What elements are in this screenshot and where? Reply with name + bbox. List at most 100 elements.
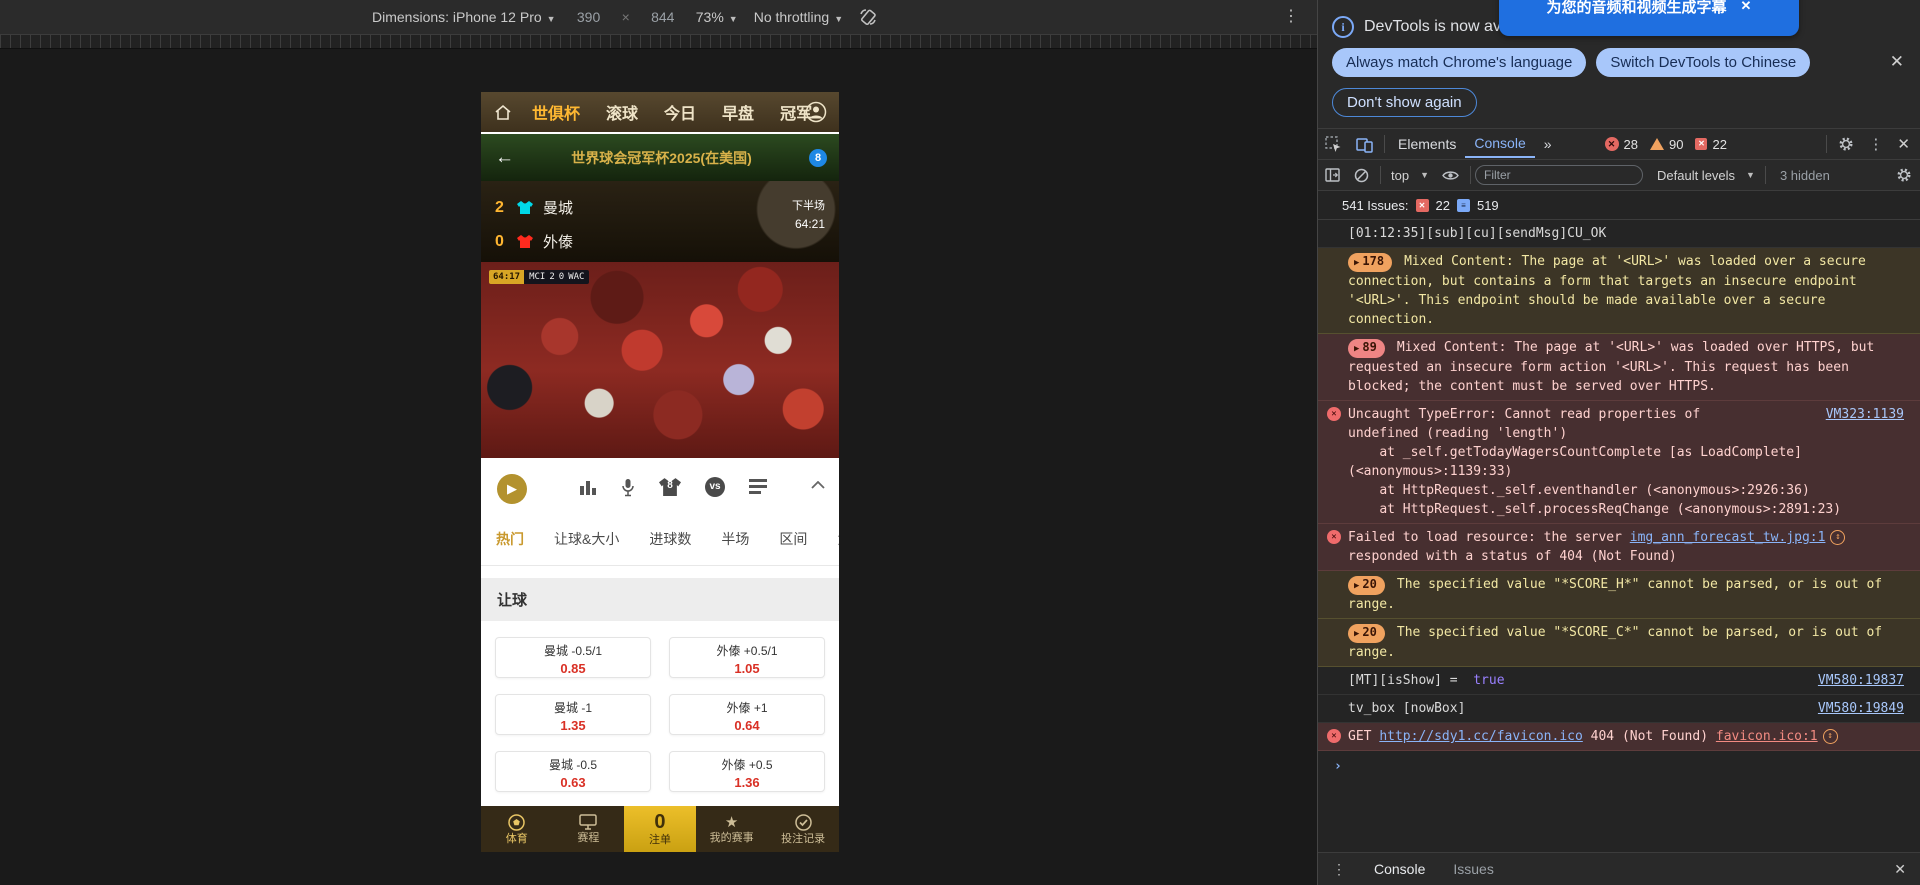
url-link[interactable]: http://sdy1.cc/favicon.ico (1379, 729, 1583, 744)
source-link[interactable]: VM580:19849 (1818, 699, 1904, 718)
warning-count-chip[interactable]: 90 (1650, 137, 1683, 152)
market-tab-half[interactable]: 半场 (721, 529, 749, 549)
market-tab-interval[interactable]: 区间 (779, 529, 807, 549)
console-error-row[interactable]: ✕ GET http://sdy1.cc/favicon.ico 404 (No… (1318, 723, 1920, 751)
source-link[interactable]: VM580:19837 (1818, 671, 1904, 690)
odds-button[interactable]: 外傣 +0.5/1 1.05 (669, 637, 825, 678)
nav-item-my-events[interactable]: ★ 我的赛事 (696, 806, 768, 852)
devtools-close-icon[interactable]: ✕ (1897, 135, 1910, 153)
odds-button[interactable]: 曼城 -0.5/1 0.85 (495, 637, 651, 678)
notification-close-icon[interactable]: ✕ (1890, 52, 1904, 72)
console-error-row[interactable]: ✕ VM323:1139 Uncaught TypeError: Cannot … (1318, 401, 1920, 524)
error-text: 404 (Not Found) (1582, 729, 1716, 744)
rotate-device-icon[interactable] (859, 8, 877, 26)
odds-button[interactable]: 外傣 +0.5 1.36 (669, 751, 825, 792)
issues-count-chip[interactable]: ✕ 22 (1695, 137, 1727, 152)
odds-button[interactable]: 曼城 -0.5 0.63 (495, 751, 651, 792)
error-text: Mixed Content: The page at '<URL>' was l… (1348, 340, 1883, 394)
resource-link[interactable]: img_ann_forecast_tw.jpg:1 (1630, 530, 1826, 545)
match-title-bar: ← 世界球会冠军杯2025(在美国) 8 (481, 134, 839, 181)
drawer-more-icon[interactable]: ⋮ (1332, 861, 1346, 878)
tooltip-close-icon[interactable]: ✕ (1741, 0, 1752, 14)
play-icon[interactable]: ▶ (497, 474, 527, 504)
app-tab-live[interactable]: 滚球 (606, 100, 638, 124)
console-warning-row[interactable]: ▶ 178 Mixed Content: The page at '<URL>' w… (1318, 248, 1920, 334)
error-count-chip[interactable]: ✕ 28 (1604, 137, 1638, 152)
nav-item-sports[interactable]: 体育 (481, 806, 553, 852)
app-tab-club-cup[interactable]: 世俱杯 (532, 100, 580, 124)
console-log-row[interactable]: VM580:19849 tv_box [nowBox] (1318, 695, 1920, 723)
console-log-row[interactable]: VM580:19837 [MT][isShow] = true (1318, 667, 1920, 695)
app-tab-today[interactable]: 今日 (664, 100, 696, 124)
dimensions-select[interactable]: Dimensions: iPhone 12 Pro ▼ (372, 9, 556, 25)
profile-avatar-icon[interactable] (805, 101, 827, 123)
market-tab-handicap[interactable]: 让球&大小 (554, 529, 619, 549)
repeat-count-badge[interactable]: ▶ 89 (1348, 339, 1385, 358)
nav-item-bet-records[interactable]: 投注记录 (767, 806, 839, 852)
commentary-mic-icon[interactable] (621, 478, 635, 497)
log-levels-select[interactable]: Default levels ▼ (1651, 168, 1761, 183)
match-time: 64:21 (794, 217, 825, 231)
switch-to-chinese-button[interactable]: Switch DevTools to Chinese (1596, 48, 1811, 77)
initiator-chain-icon[interactable]: ↕ (1830, 530, 1846, 545)
always-match-language-button[interactable]: Always match Chrome's language (1332, 48, 1587, 77)
settings-gear-icon[interactable] (1838, 136, 1854, 152)
devtools-more-icon[interactable]: ⋮ (1868, 135, 1883, 153)
device-toolbar-more-icon[interactable]: ⋮ (1283, 6, 1299, 26)
odds-button[interactable]: 外傣 +1 0.64 (669, 694, 825, 735)
console-log-row[interactable]: [01:12:35][sub][cu][sendMsg]CU_OK (1318, 220, 1920, 248)
nav-item-betslip[interactable]: 0 注单 (624, 806, 696, 852)
initiator-chain-icon[interactable]: ↕ (1822, 729, 1838, 744)
live-expression-eye-icon[interactable] (1442, 170, 1459, 181)
app-top-nav: 世俱杯 滚球 今日 早盘 冠军 (481, 92, 839, 132)
console-error-row[interactable]: ✕ Failed to load resource: the server im… (1318, 524, 1920, 571)
more-tabs-icon[interactable]: » (1535, 130, 1561, 158)
collapse-chevron-icon[interactable] (811, 481, 825, 489)
captions-tooltip: 为您的音频和视频生成字幕 ✕ (1499, 0, 1799, 36)
console-sidebar-icon[interactable] (1325, 168, 1340, 182)
width-input[interactable]: 390 (572, 9, 606, 25)
clear-console-icon[interactable] (1354, 168, 1369, 183)
tab-console[interactable]: Console (1465, 130, 1535, 158)
console-filter-input[interactable]: Filter (1475, 165, 1643, 185)
source-link[interactable]: VM323:1139 (1826, 405, 1904, 424)
live-video[interactable]: 64:17 MCI 2 0 WAC (481, 262, 839, 458)
console-settings-gear-icon[interactable] (1896, 167, 1912, 183)
console-warning-row[interactable]: ▶ 20 The specified value "*SCORE_H*" canno… (1318, 571, 1920, 619)
head-to-head-vs-icon[interactable]: vs (705, 477, 725, 497)
javascript-context-select[interactable]: top ▼ (1385, 168, 1435, 183)
drawer-close-icon[interactable]: ✕ (1894, 861, 1906, 878)
boolean-value: true (1473, 673, 1505, 688)
repeat-count-badge[interactable]: ▶ 20 (1348, 624, 1385, 643)
market-tab-hot[interactable]: 热门 (496, 529, 524, 549)
back-arrow-icon[interactable]: ← (495, 147, 514, 169)
height-input[interactable]: 844 (646, 9, 680, 25)
bet-list-icon[interactable] (749, 479, 767, 495)
market-tab-goals[interactable]: 进球数 (649, 529, 691, 549)
drawer-tab-issues[interactable]: Issues (1439, 861, 1507, 877)
repeat-count-badge[interactable]: ▶ 178 (1348, 253, 1393, 272)
source-link[interactable]: favicon.ico:1 (1716, 729, 1818, 744)
app-tab-early[interactable]: 早盘 (722, 100, 754, 124)
console-prompt[interactable]: › (1318, 751, 1920, 782)
odds-button[interactable]: 曼城 -1 1.35 (495, 694, 651, 735)
repeat-count-badge[interactable]: ▶ 20 (1348, 576, 1385, 595)
nav-item-schedule[interactable]: 赛程 (553, 806, 625, 852)
console-warning-row[interactable]: ▶ 20 The specified value "*SCORE_C*" canno… (1318, 619, 1920, 667)
match-info-badge[interactable]: 8 (809, 148, 827, 167)
stats-bar-chart-icon[interactable] (579, 478, 597, 496)
throttling-select[interactable]: No throttling ▼ (754, 9, 843, 25)
nav-label: 注单 (648, 834, 671, 846)
lineup-jersey-icon[interactable]: 8 (659, 477, 681, 497)
market-tab-corner[interactable]: 角球 (837, 529, 839, 549)
tab-elements[interactable]: Elements (1389, 130, 1465, 158)
toggle-device-toolbar-icon[interactable] (1356, 136, 1373, 153)
inspect-element-icon[interactable] (1325, 135, 1342, 153)
odds-label: 外傣 +1 (726, 701, 768, 715)
console-error-row[interactable]: ▶ 89 Mixed Content: The page at '<URL>' wa… (1318, 334, 1920, 401)
home-icon[interactable] (494, 104, 512, 121)
issues-bar[interactable]: 541 Issues: ✕ 22 ≡ 519 (1318, 191, 1920, 220)
drawer-tab-console[interactable]: Console (1360, 861, 1439, 877)
zoom-select[interactable]: 73% ▼ (696, 9, 738, 25)
dont-show-again-button[interactable]: Don't show again (1332, 88, 1477, 117)
